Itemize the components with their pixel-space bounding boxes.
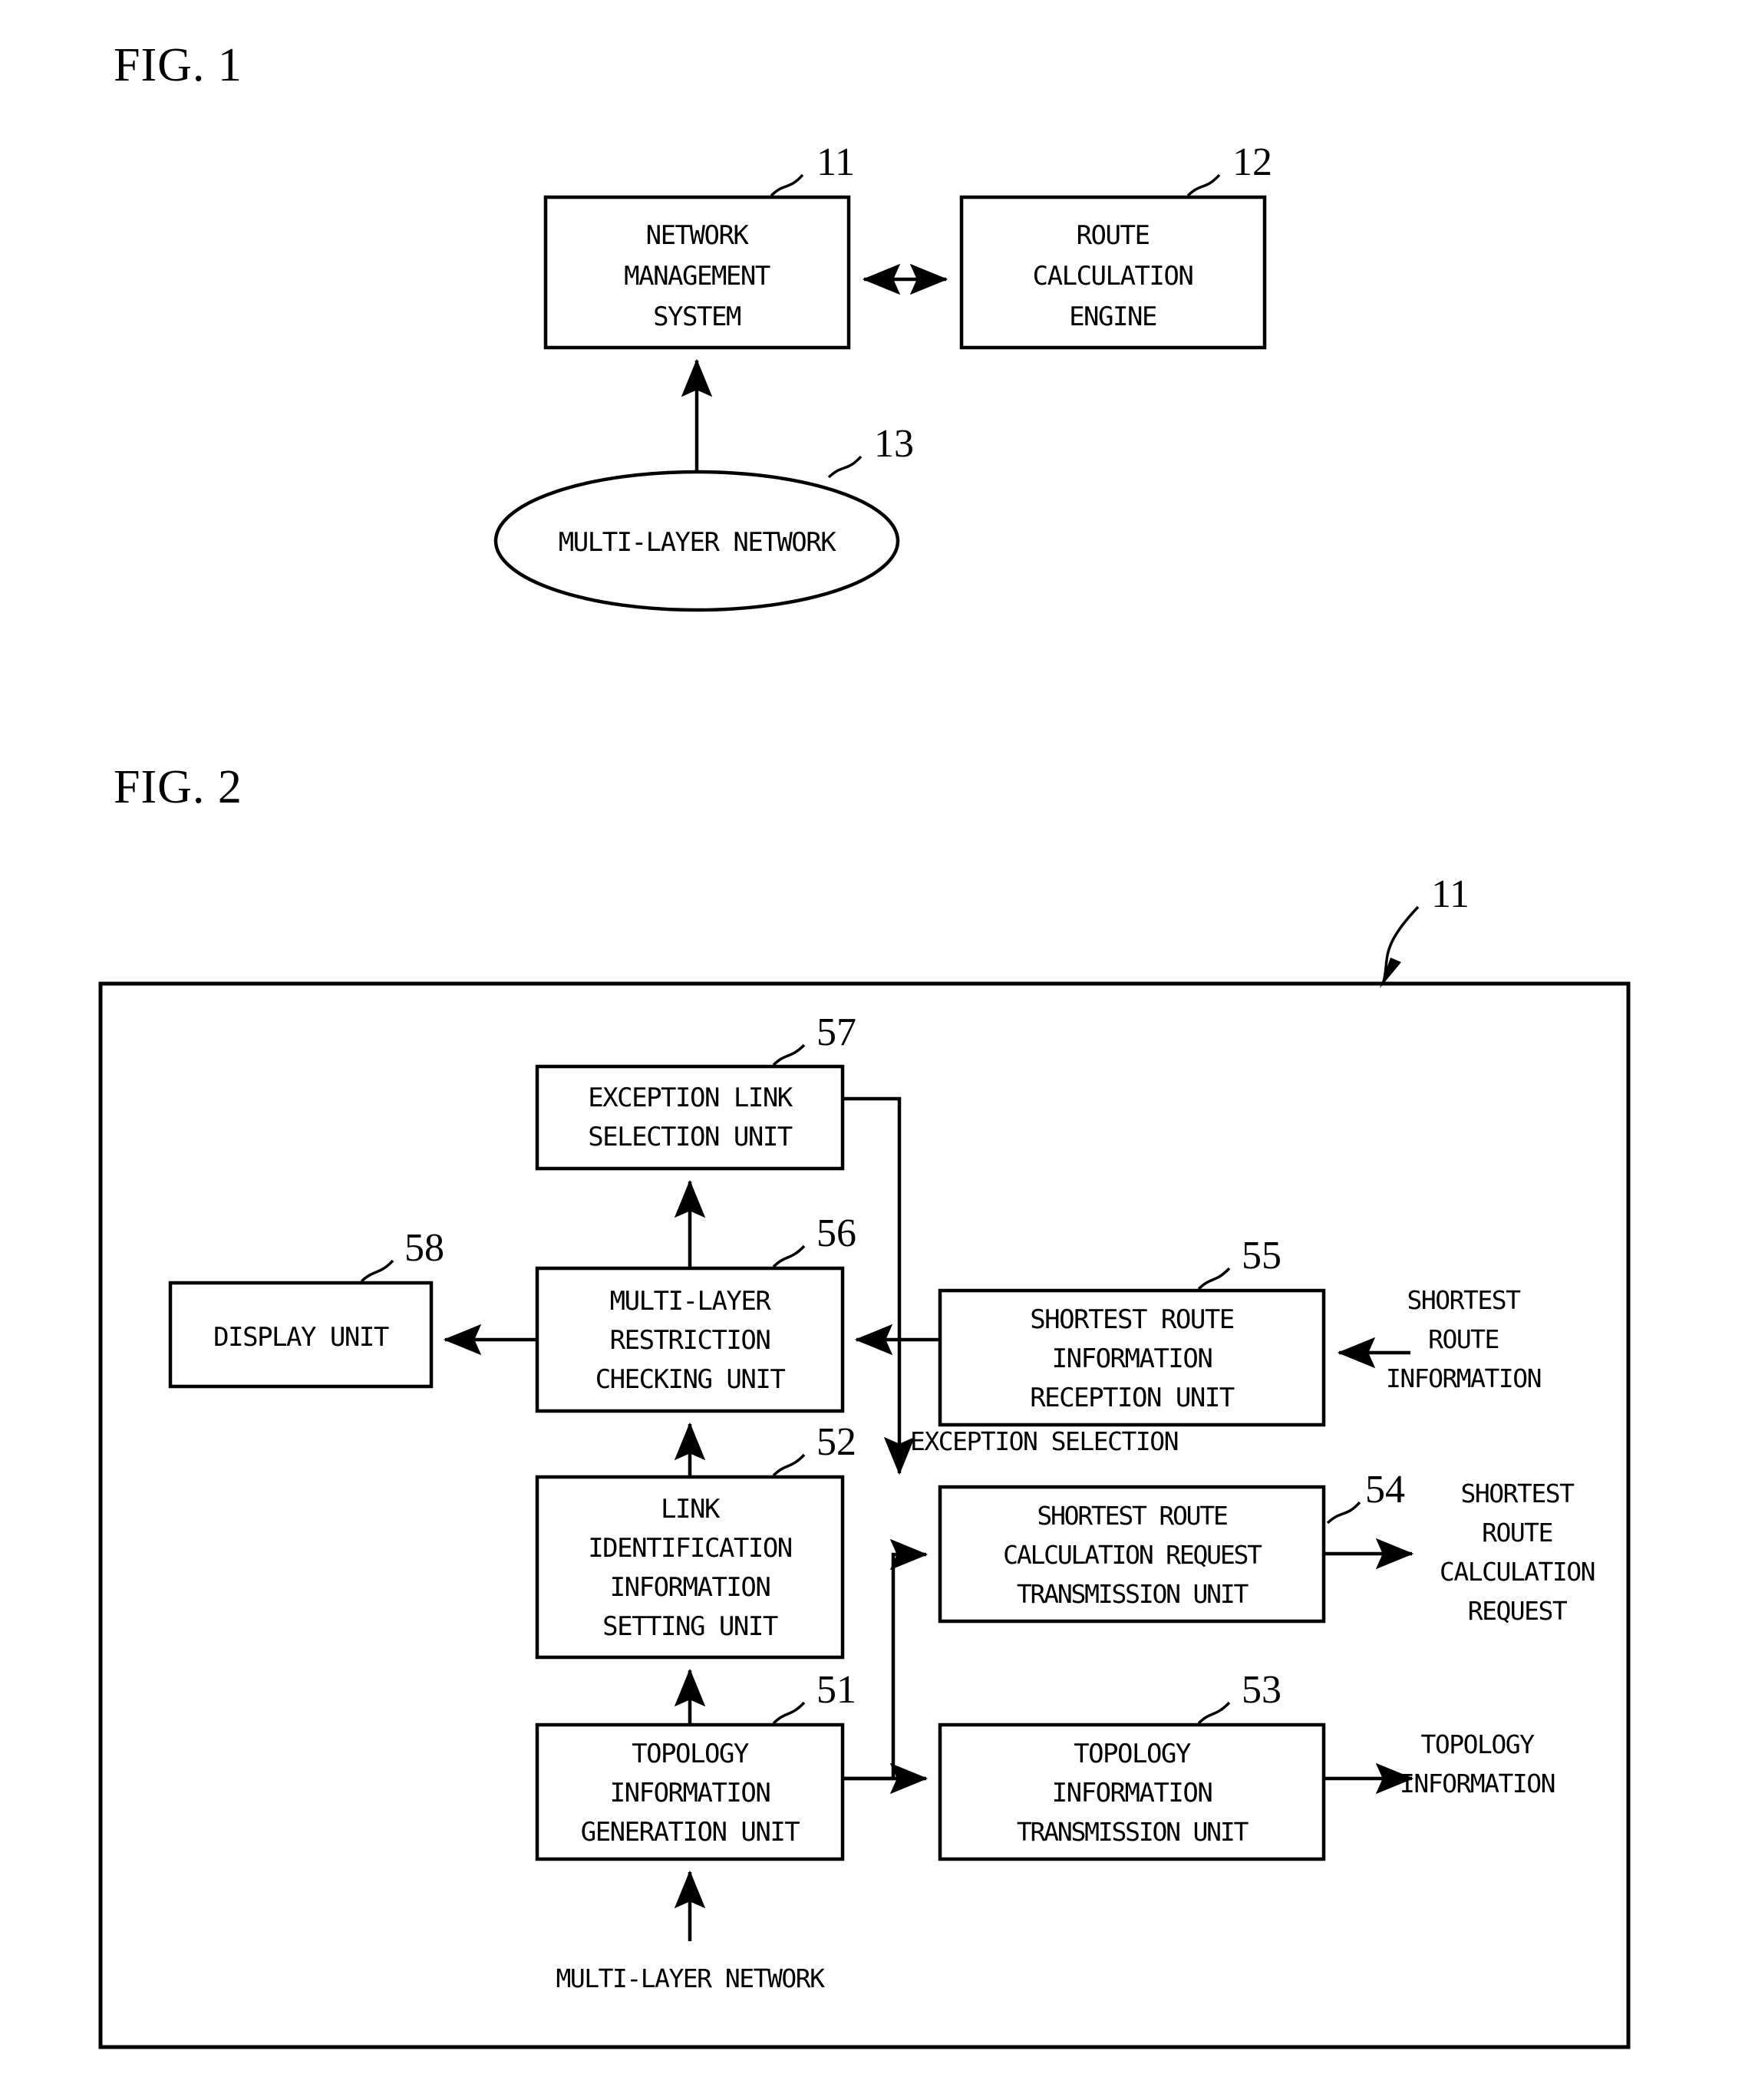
node-shortest-route-information-reception-unit-line-3: RECEPTION UNIT: [1030, 1383, 1235, 1413]
node-multi-layer-restriction-checking-unit-ref: 56: [816, 1212, 856, 1255]
node-network-management-system-line-2: MANAGEMENT: [624, 261, 770, 292]
node-shortest-route-information-reception-unit-line-2: INFORMATION: [1052, 1343, 1212, 1374]
node-multi-layer-network: MULTI-LAYER NETWORK 13: [493, 422, 914, 612]
node-shortest-route-information-reception-unit-ref: 55: [1242, 1234, 1282, 1277]
node-exception-link-selection-unit-line-1: EXCEPTION LINK: [588, 1083, 793, 1113]
node-multi-layer-restriction-checking-unit-line-1: MULTI-LAYER: [610, 1286, 772, 1317]
external-label-shortest-route-calculation-request-line-2: ROUTE: [1482, 1518, 1552, 1548]
node-display-unit: DISPLAY UNIT 58: [168, 1226, 444, 1389]
edge-57-to-54-exception-selection: [843, 1096, 915, 1475]
node-exception-link-selection-unit-box: [535, 1064, 845, 1171]
node-route-calculation-engine-line-3: ENGINE: [1069, 302, 1156, 332]
node-topology-information-generation-unit-line-3: GENERATION UNIT: [581, 1817, 800, 1848]
external-label-topology-information-line-1: TOPOLOGY: [1421, 1729, 1536, 1759]
node-multi-layer-network-label: MULTI-LAYER NETWORK: [559, 527, 836, 558]
node-display-unit-leader: [360, 1259, 394, 1283]
node-link-identification-information-setting-unit-ref: 52: [816, 1420, 856, 1464]
node-topology-information-transmission-unit-line-3: TRANSMISSION UNIT: [1017, 1817, 1249, 1847]
node-topology-information-transmission-unit-ref: 53: [1242, 1668, 1282, 1712]
node-shortest-route-calculation-request-transmission-unit-line-3: TRANSMISSION UNIT: [1017, 1579, 1249, 1609]
node-topology-information-transmission-unit: TOPOLOGY INFORMATION TRANSMISSION UNIT 5…: [938, 1668, 1326, 1861]
node-exception-link-selection-unit: EXCEPTION LINK SELECTION UNIT 57: [535, 1010, 856, 1171]
external-label-shortest-route-information-line-1: SHORTEST: [1407, 1285, 1522, 1315]
node-topology-information-transmission-unit-line-1: TOPOLOGY: [1074, 1739, 1191, 1769]
node-link-identification-information-setting-unit: LINK IDENTIFICATION INFORMATION SETTING …: [535, 1420, 856, 1660]
node-display-unit-ref: 58: [404, 1226, 444, 1270]
node-route-calculation-engine-line-2: CALCULATION: [1033, 261, 1193, 292]
node-topology-information-transmission-unit-line-2: INFORMATION: [1052, 1778, 1212, 1808]
node-route-calculation-engine-leader: [1186, 173, 1221, 197]
node-link-identification-information-setting-unit-leader: [772, 1453, 806, 1477]
node-network-management-system-line-1: NETWORK: [646, 220, 750, 251]
node-link-identification-information-setting-unit-line-3: INFORMATION: [610, 1572, 770, 1603]
node-multi-layer-network-ref: 13: [874, 422, 914, 466]
external-label-multi-layer-network: MULTI-LAYER NETWORK: [556, 1963, 826, 1993]
node-route-calculation-engine-ref: 12: [1232, 140, 1272, 184]
figure-2-container-box: [98, 981, 1631, 2049]
external-label-shortest-route-calculation-request-line-3: CALCULATION: [1440, 1557, 1595, 1587]
node-topology-information-generation-unit-ref: 51: [816, 1668, 856, 1712]
node-shortest-route-calculation-request-transmission-unit: SHORTEST ROUTE CALCULATION REQUEST TRANS…: [938, 1468, 1405, 1624]
figure-2-title: FIG. 2: [114, 761, 242, 813]
figure-1: FIG. 1 NETWORK MANAGEMENT SYSTEM 11 ROUT…: [114, 39, 1272, 612]
edge-51-to-54: [843, 1538, 929, 1781]
node-exception-link-selection-unit-line-2: SELECTION UNIT: [588, 1122, 793, 1152]
node-exception-link-selection-unit-leader: [772, 1043, 806, 1066]
node-display-unit-label: DISPLAY UNIT: [213, 1322, 389, 1353]
node-shortest-route-calculation-request-transmission-unit-ref: 54: [1365, 1468, 1405, 1512]
node-multi-layer-restriction-checking-unit-line-2: RESTRICTION: [610, 1325, 770, 1356]
node-multi-layer-restriction-checking-unit: MULTI-LAYER RESTRICTION CHECKING UNIT 56: [535, 1212, 856, 1413]
node-shortest-route-calculation-request-transmission-unit-line-1: SHORTEST ROUTE: [1037, 1501, 1227, 1531]
node-shortest-route-calculation-request-transmission-unit-leader: [1326, 1501, 1361, 1525]
node-network-management-system-ref: 11: [816, 140, 855, 184]
node-shortest-route-calculation-request-transmission-unit-line-2: CALCULATION REQUEST: [1003, 1540, 1262, 1570]
node-topology-information-generation-unit: TOPOLOGY INFORMATION GENERATION UNIT 51: [535, 1668, 856, 1861]
node-link-identification-information-setting-unit-line-1: LINK: [661, 1494, 721, 1525]
node-shortest-route-information-reception-unit-leader: [1197, 1267, 1231, 1291]
external-label-shortest-route-calculation-request-line-4: REQUEST: [1468, 1596, 1568, 1626]
external-label-exception-selection: EXCEPTION SELECTION: [910, 1426, 1178, 1456]
external-label-topology-information-line-2: INFORMATION: [1400, 1769, 1555, 1798]
figure-1-title: FIG. 1: [114, 39, 242, 91]
external-label-shortest-route-information-line-3: INFORMATION: [1386, 1363, 1541, 1393]
external-label-shortest-route-calculation-request-line-1: SHORTEST: [1461, 1479, 1575, 1508]
node-network-management-system-line-3: SYSTEM: [653, 302, 741, 332]
node-multi-layer-restriction-checking-unit-line-3: CHECKING UNIT: [595, 1364, 786, 1395]
node-topology-information-transmission-unit-leader: [1197, 1701, 1231, 1725]
node-link-identification-information-setting-unit-line-2: IDENTIFICATION: [588, 1533, 792, 1564]
patent-drawing-sheet: FIG. 1 NETWORK MANAGEMENT SYSTEM 11 ROUT…: [98, 39, 1631, 2049]
node-route-calculation-engine: ROUTE CALCULATION ENGINE 12: [959, 140, 1272, 350]
node-multi-layer-network-leader: [827, 455, 863, 479]
node-shortest-route-information-reception-unit-line-1: SHORTEST ROUTE: [1030, 1304, 1234, 1335]
node-route-calculation-engine-line-1: ROUTE: [1077, 220, 1150, 251]
node-link-identification-information-setting-unit-line-4: SETTING UNIT: [602, 1611, 778, 1642]
external-label-topology-information: TOPOLOGY INFORMATION: [1400, 1729, 1556, 1798]
figure-2: FIG. 2 11 EXCEPTION LINK SELECTION UNIT …: [98, 761, 1631, 2049]
external-label-shortest-route-information-line-2: ROUTE: [1428, 1324, 1499, 1354]
external-label-shortest-route-calculation-request: SHORTEST ROUTE CALCULATION REQUEST: [1440, 1479, 1596, 1626]
node-topology-information-generation-unit-leader: [772, 1701, 806, 1725]
node-topology-information-generation-unit-line-1: TOPOLOGY: [632, 1739, 749, 1769]
node-network-management-system: NETWORK MANAGEMENT SYSTEM 11: [543, 140, 855, 350]
node-multi-layer-restriction-checking-unit-leader: [772, 1245, 806, 1268]
node-exception-link-selection-unit-ref: 57: [816, 1010, 856, 1054]
node-network-management-system-leader: [770, 173, 804, 197]
external-label-shortest-route-information: SHORTEST ROUTE INFORMATION: [1386, 1285, 1542, 1393]
figure-2-container-ref: 11: [1431, 872, 1470, 916]
node-shortest-route-information-reception-unit: SHORTEST ROUTE INFORMATION RECEPTION UNI…: [938, 1234, 1326, 1427]
node-topology-information-generation-unit-line-2: INFORMATION: [610, 1778, 770, 1808]
